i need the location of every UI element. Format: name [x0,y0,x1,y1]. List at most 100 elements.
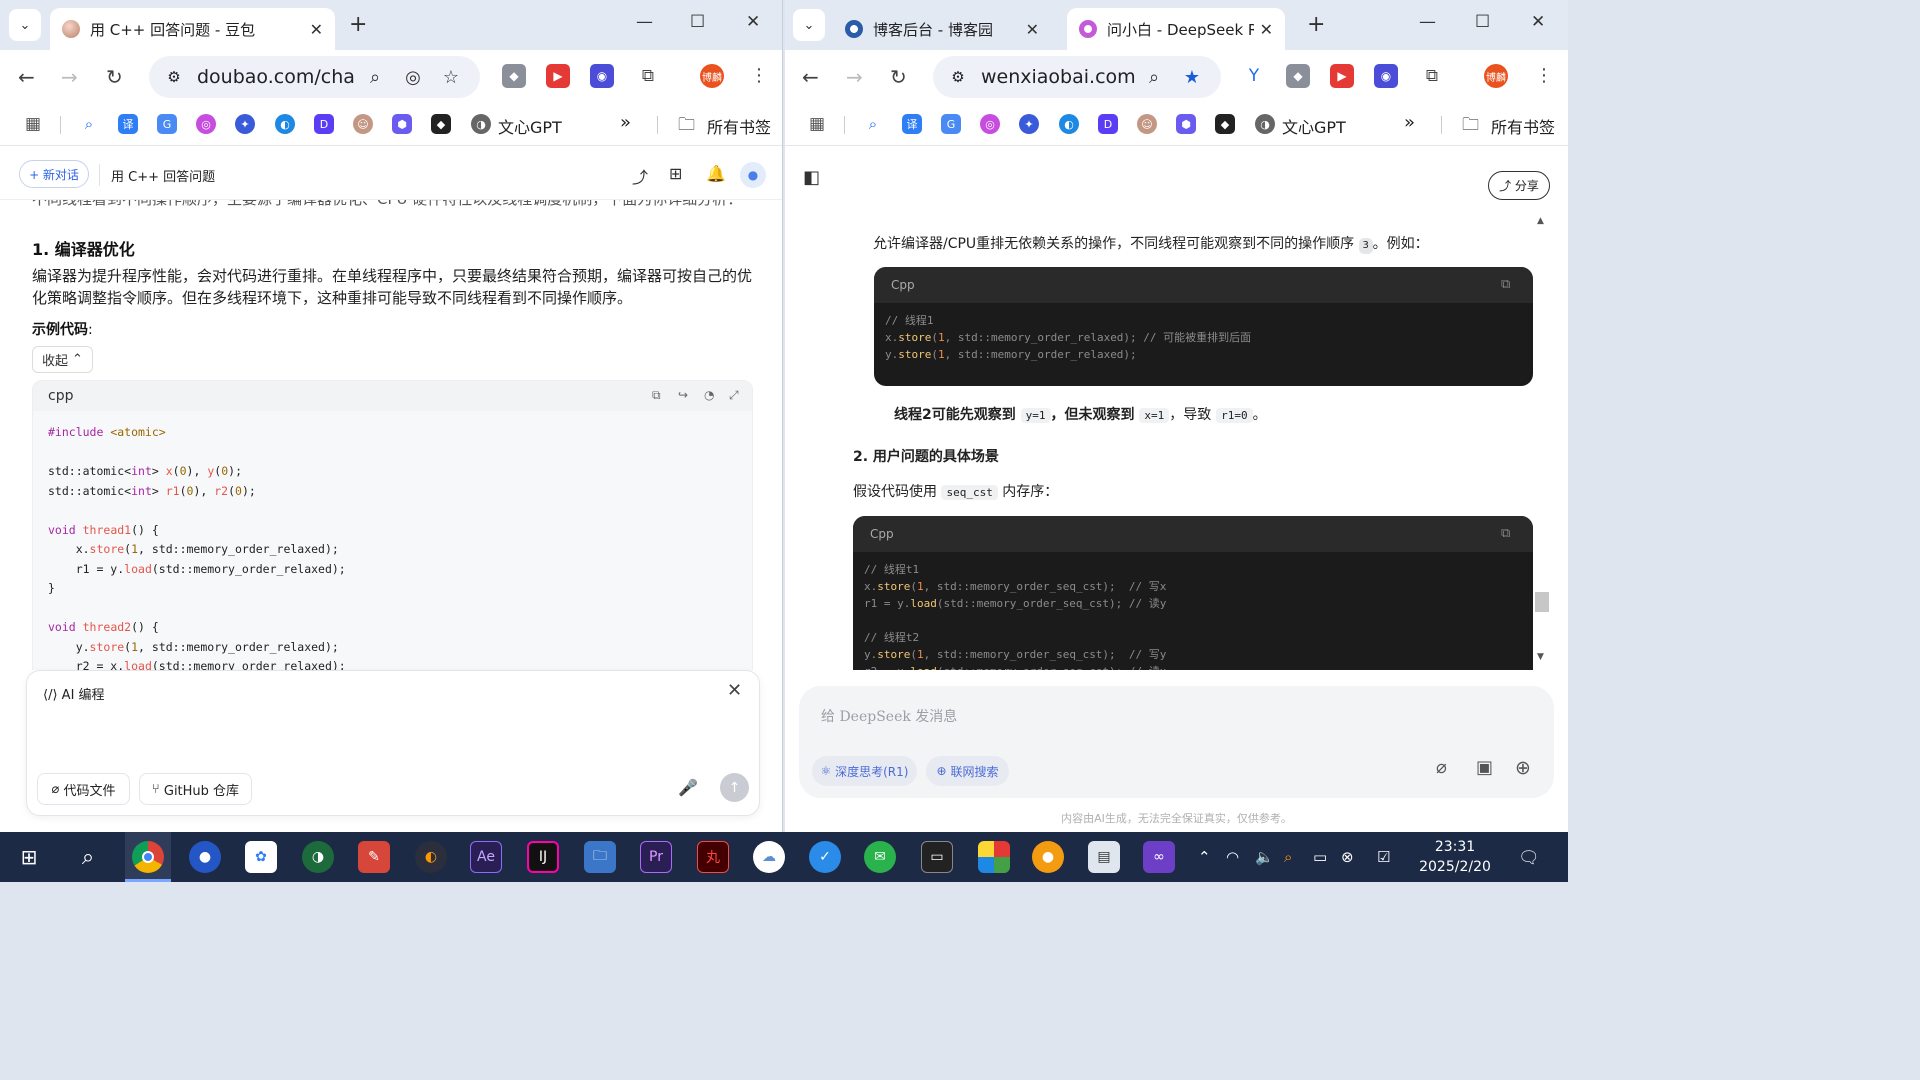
forward-icon[interactable]: → [846,65,863,89]
compose-input[interactable] [43,716,743,766]
youtube-extension-icon[interactable]: ▶ [546,64,570,88]
terminal-icon[interactable]: ▭ [921,841,953,873]
scroll-down-icon[interactable]: ▼ [1537,652,1544,662]
wifi-icon[interactable]: ◠ [1226,848,1239,866]
run-icon[interactable]: ◔ [704,388,714,402]
url-text[interactable]: doubao.com/cha... [197,66,356,88]
more-bookmarks-icon[interactable]: » [1404,112,1415,133]
save-icon[interactable]: ⊞ [669,164,682,183]
send-button[interactable]: ↑ [720,773,749,802]
search-bookmark-icon[interactable]: ⌕ [863,114,883,134]
new-tab-button[interactable]: + [1307,12,1325,37]
all-bookmarks[interactable]: 所有书签 [1491,114,1555,138]
app-icon-grid[interactable]: ✿ [245,841,277,873]
bookmark-avatar-icon[interactable]: ☺ [353,114,373,134]
puzzle-icon[interactable]: ⧉ [636,64,660,88]
bookmark-icon-b[interactable]: ✦ [1019,114,1039,134]
bookmark-icon-a[interactable]: ◎ [980,114,1000,134]
copy-icon[interactable]: ⧉ [652,388,661,403]
bookmark-wenxin-gpt[interactable]: 文心GPT [1282,114,1346,138]
close-icon[interactable]: ✕ [1260,20,1273,39]
after-effects-icon[interactable]: Ae [470,841,502,873]
minimize-button[interactable]: — [1419,12,1436,32]
back-icon[interactable]: ← [18,65,35,89]
tracking-protection-icon[interactable]: ◎ [394,67,432,88]
puzzle-icon[interactable]: ⧉ [1420,64,1444,88]
wenxin-gpt-icon[interactable]: ◑ [1255,114,1275,134]
app-icon-window[interactable]: ▤ [1088,841,1120,873]
send-arrow-icon[interactable]: ⊕ [1515,757,1531,779]
close-icon[interactable]: ✕ [310,20,323,39]
new-tab-button[interactable]: + [349,12,367,37]
intellij-icon[interactable]: IJ [527,841,559,873]
url-text[interactable]: wenxiaobai.com... [981,66,1135,88]
chrome-icon[interactable] [132,841,164,873]
translate-bookmark-icon[interactable]: 译 [902,114,922,134]
screenshot-extension-icon[interactable]: ◉ [590,64,614,88]
copy-icon[interactable]: ⧉ [1501,526,1510,541]
scroll-up-icon[interactable]: ▲ [1537,216,1544,226]
app-icon-tiles[interactable] [978,841,1010,873]
profile-avatar[interactable]: 博麟 [1484,64,1508,88]
bookmark-icon-b[interactable]: ✦ [235,114,255,134]
zoom-icon[interactable]: ⌕ [356,67,394,88]
pen-app-icon[interactable]: ✎ [358,841,390,873]
wenxin-gpt-icon[interactable]: ◑ [471,114,491,134]
reload-icon[interactable]: ↻ [106,65,123,89]
windows-start-icon[interactable]: ⊞ [13,841,45,873]
firefox-icon[interactable]: ● [189,841,221,873]
maximize-button[interactable]: ☐ [690,12,705,32]
site-info-icon[interactable]: ⚙ [163,66,185,88]
bookmark-avatar-icon[interactable]: ☺ [1137,114,1157,134]
app-icon-check[interactable]: ✓ [809,841,841,873]
screenshot-extension-icon[interactable]: ◉ [1374,64,1398,88]
notification-icon[interactable]: 🗨 [1518,848,1540,868]
star-filled-icon[interactable]: ★ [1173,67,1211,88]
tab-cnblogs[interactable]: 博客后台 - 博客园 ✕ [833,8,1051,50]
tab-search-button[interactable]: ⌄ [793,9,825,41]
bookmark-wenxin-gpt[interactable]: 文心GPT [498,114,562,138]
profile-avatar[interactable]: 博麟 [700,64,724,88]
wechat-icon[interactable]: ✉ [864,841,896,873]
eclipse-icon[interactable]: ◐ [415,841,447,873]
bell-icon[interactable]: 🔔 [706,164,726,183]
close-circle-icon[interactable]: ⊗ [1341,848,1354,866]
share-icon[interactable]: ⤴ [632,164,648,188]
extension-icon-y[interactable]: Y [1242,64,1266,88]
maximize-button[interactable]: ☐ [1475,12,1490,32]
youtube-extension-icon[interactable]: ▶ [1330,64,1354,88]
google-translate-icon[interactable]: G [941,114,961,134]
collapse-button[interactable]: 收起 ⌃ [32,346,93,373]
citation-badge[interactable]: 3 [1358,238,1373,254]
window-close-button[interactable]: ✕ [1531,12,1545,32]
apps-grid-icon[interactable]: ▦ [807,114,827,134]
address-bar[interactable]: ⚙ wenxiaobai.com... ⌕ ★ [933,56,1221,98]
tab-doubao[interactable]: 用 C++ 回答问题 - 豆包 ✕ [50,8,335,50]
close-icon[interactable]: ✕ [727,680,742,701]
tab-deepseek[interactable]: 问小白 - DeepSeek R ✕ [1067,8,1285,50]
bookmark-icon-c[interactable]: ◐ [275,114,295,134]
google-translate-icon[interactable]: G [157,114,177,134]
github-repo-button[interactable]: ⑂ GitHub 仓库 [139,773,252,805]
forward-icon[interactable]: → [61,65,78,89]
premiere-icon[interactable]: Pr [640,841,672,873]
code-file-button[interactable]: ⌀ 代码文件 [37,773,130,805]
search-icon[interactable]: ⌕ [72,841,104,873]
scrollbar[interactable]: ▲ ▼ [1534,212,1549,670]
message-input[interactable]: 给 DeepSeek 发消息 [821,706,957,726]
visual-studio-icon[interactable]: ∞ [1143,841,1175,873]
share-button[interactable]: ⤴ 分享 [1488,171,1550,200]
kebab-menu-icon[interactable]: ⋮ [1535,65,1553,86]
minimize-button[interactable]: — [636,12,653,32]
deep-think-toggle[interactable]: ⚛ 深度思考(R1) [812,756,917,786]
copy-icon[interactable]: ⧉ [1501,277,1510,292]
kebab-menu-icon[interactable]: ⋮ [750,65,768,86]
tray-chevron-icon[interactable]: ⌃ [1198,848,1211,866]
bookmark-icon-c[interactable]: ◐ [1059,114,1079,134]
microphone-icon[interactable]: 🎤 [678,778,698,797]
paperclip-icon[interactable]: ⌀ [1436,757,1447,778]
translate-bookmark-icon[interactable]: 译 [118,114,138,134]
reload-icon[interactable]: ↻ [890,65,907,89]
bookmark-icon-e[interactable]: ⬢ [1176,114,1196,134]
expand-icon[interactable]: ⤢ [729,388,739,403]
